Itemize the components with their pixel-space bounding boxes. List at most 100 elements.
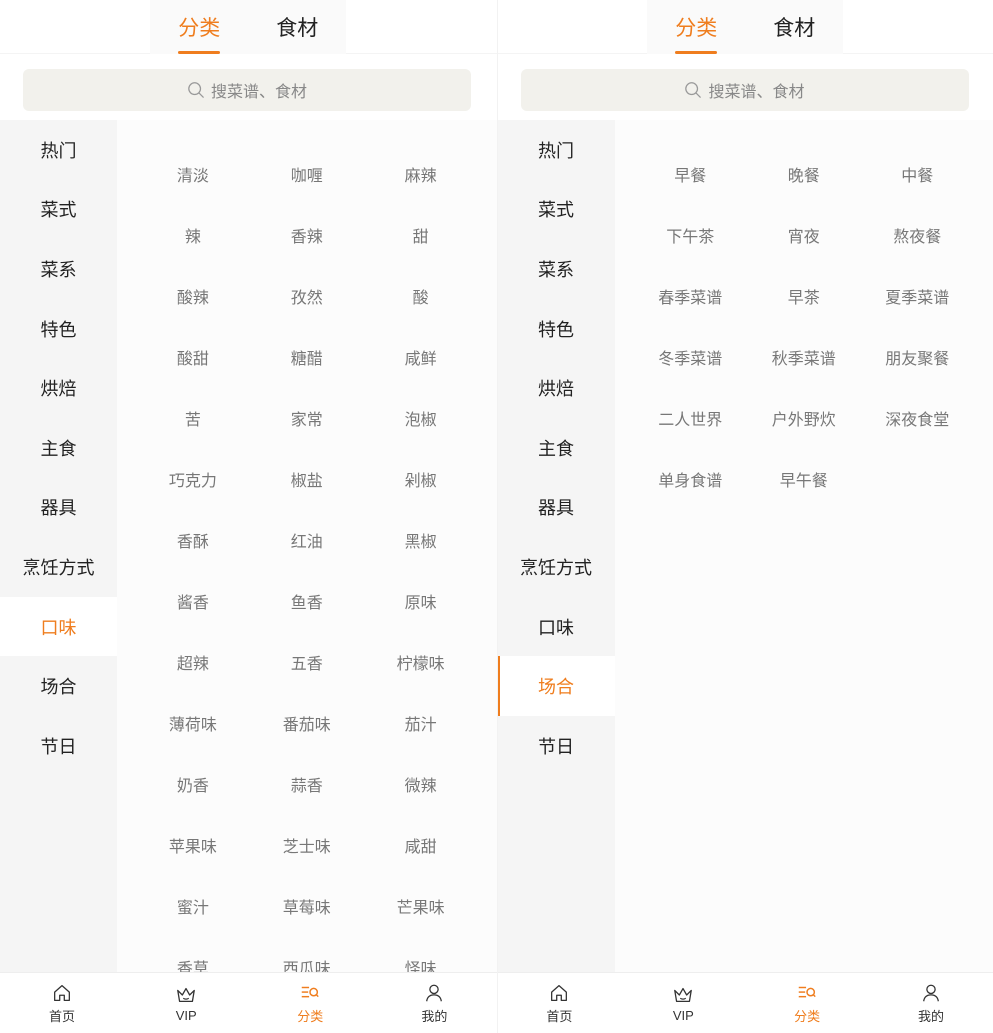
grid-item[interactable]: 辣 (136, 204, 250, 265)
nav-item[interactable]: 分类 (745, 973, 869, 1033)
grid-item[interactable]: 苹果味 (136, 814, 250, 875)
sidebar-item[interactable]: 节日 (0, 716, 117, 776)
grid-item[interactable]: 巧克力 (136, 448, 250, 509)
sidebar-item[interactable]: 烹饪方式 (498, 537, 615, 597)
grid-item[interactable]: 柠檬味 (364, 631, 478, 692)
grid-item[interactable]: 酱香 (136, 570, 250, 631)
tab-category[interactable]: 分类 (150, 0, 248, 54)
grid-item[interactable]: 秋季菜谱 (747, 326, 861, 387)
grid-item[interactable]: 原味 (364, 570, 478, 631)
grid-item[interactable]: 单身食谱 (634, 448, 748, 509)
nav-item[interactable]: VIP (124, 973, 248, 1033)
screen-taste: 分类 食材 搜菜谱、食材 热门 菜式 菜系 特色 烘焙 主食 器具 烹饪方式 口味 场合 节日 清淡… (0, 0, 497, 1033)
sidebar-item[interactable]: 菜系 (498, 239, 615, 299)
grid-item[interactable]: 红油 (250, 509, 364, 570)
grid-item[interactable]: 早餐 (634, 143, 748, 204)
sidebar-item[interactable]: 器具 (0, 478, 117, 538)
sidebar-item[interactable]: 节日 (498, 716, 615, 776)
tab-ingredients[interactable]: 食材 (745, 0, 843, 54)
grid-item[interactable]: 宵夜 (747, 204, 861, 265)
nav-item[interactable]: 我的 (869, 973, 993, 1033)
grid-item[interactable]: 清淡 (136, 143, 250, 204)
grid-item[interactable]: 剁椒 (364, 448, 478, 509)
sidebar-item[interactable]: 器具 (498, 478, 615, 538)
grid-item[interactable]: 苦 (136, 387, 250, 448)
grid-item[interactable]: 怪味 (364, 936, 478, 973)
sidebar-item[interactable]: 烹饪方式 (0, 537, 117, 597)
search-bar[interactable]: 搜菜谱、食材 (520, 69, 969, 111)
grid-item[interactable]: 芒果味 (364, 875, 478, 936)
nav-item[interactable]: 首页 (0, 973, 124, 1033)
tab-category[interactable]: 分类 (647, 0, 745, 54)
grid-item[interactable]: 黑椒 (364, 509, 478, 570)
grid-item[interactable]: 酸辣 (136, 265, 250, 326)
user-icon (423, 982, 445, 1004)
search-bar[interactable]: 搜菜谱、食材 (23, 69, 471, 111)
grid-item[interactable]: 西瓜味 (250, 936, 364, 973)
grid-item[interactable]: 蜜汁 (136, 875, 250, 936)
grid-item[interactable]: 蒜香 (250, 753, 364, 814)
grid-item[interactable]: 咸鲜 (364, 326, 478, 387)
grid-item[interactable]: 香草 (136, 936, 250, 973)
grid-item[interactable]: 晚餐 (747, 143, 861, 204)
grid-item[interactable]: 茄汁 (364, 692, 478, 753)
grid-item[interactable]: 朋友聚餐 (861, 326, 975, 387)
grid-item[interactable]: 五香 (250, 631, 364, 692)
grid-item[interactable]: 甜 (364, 204, 478, 265)
nav-item[interactable]: 分类 (248, 973, 372, 1033)
grid-item[interactable]: 熬夜餐 (861, 204, 975, 265)
sidebar-item[interactable]: 烘焙 (498, 358, 615, 418)
grid-item[interactable]: 番茄味 (250, 692, 364, 753)
nav-label: 首页 (49, 1008, 76, 1024)
grid-item[interactable]: 早午餐 (747, 448, 861, 509)
sidebar-item[interactable]: 菜式 (0, 180, 117, 240)
nav-item[interactable]: 首页 (498, 973, 622, 1033)
grid-item[interactable]: 鱼香 (250, 570, 364, 631)
grid-item[interactable]: 酸 (364, 265, 478, 326)
grid-item[interactable]: 薄荷味 (136, 692, 250, 753)
grid-item[interactable]: 深夜食堂 (861, 387, 975, 448)
grid-item[interactable]: 孜然 (250, 265, 364, 326)
grid-item[interactable]: 椒盐 (250, 448, 364, 509)
grid-item[interactable]: 家常 (250, 387, 364, 448)
grid-item[interactable]: 中餐 (861, 143, 975, 204)
grid-item[interactable]: 芝士味 (250, 814, 364, 875)
sidebar-item[interactable]: 场合 (497, 656, 615, 716)
grid-item[interactable]: 奶香 (136, 753, 250, 814)
sidebar-item[interactable]: 主食 (0, 418, 117, 478)
grid-item[interactable]: 咖喱 (250, 143, 364, 204)
grid-item[interactable]: 泡椒 (364, 387, 478, 448)
grid-item[interactable]: 超辣 (136, 631, 250, 692)
sidebar-item[interactable]: 菜式 (498, 180, 615, 240)
grid-item[interactable]: 冬季菜谱 (634, 326, 748, 387)
sidebar-item[interactable]: 烘焙 (0, 358, 117, 418)
sidebar-item[interactable]: 口味 (0, 596, 117, 657)
tab-ingredients[interactable]: 食材 (248, 0, 346, 54)
sidebar-item[interactable]: 热门 (498, 120, 615, 180)
sidebar-item[interactable]: 主食 (498, 418, 615, 478)
grid-item[interactable]: 早茶 (747, 265, 861, 326)
sidebar-item[interactable]: 热门 (0, 120, 117, 180)
grid-item[interactable]: 麻辣 (364, 143, 478, 204)
grid-item[interactable]: 微辣 (364, 753, 478, 814)
grid-item[interactable]: 糖醋 (250, 326, 364, 387)
grid-item[interactable]: 夏季菜谱 (861, 265, 975, 326)
category-sidebar: 热门 菜式 菜系 特色 烘焙 主食 器具 烹饪方式 口味 场合 节日 (0, 120, 117, 972)
grid-item[interactable]: 咸甜 (364, 814, 478, 875)
grid-item[interactable]: 草莓味 (250, 875, 364, 936)
sidebar-item[interactable]: 特色 (0, 299, 117, 359)
sidebar-item[interactable]: 特色 (498, 299, 615, 359)
grid-item[interactable]: 户外野炊 (747, 387, 861, 448)
grid-item[interactable]: 下午茶 (634, 204, 748, 265)
grid-item[interactable]: 二人世界 (634, 387, 748, 448)
nav-item[interactable]: 我的 (372, 973, 496, 1033)
sidebar-item[interactable]: 场合 (0, 656, 117, 716)
sidebar-item[interactable]: 菜系 (0, 239, 117, 299)
nav-item[interactable]: VIP (621, 973, 745, 1033)
sidebar-item[interactable]: 口味 (498, 597, 615, 657)
home-icon (548, 982, 570, 1004)
grid-item[interactable]: 香辣 (250, 204, 364, 265)
grid-item[interactable]: 春季菜谱 (634, 265, 748, 326)
grid-item[interactable]: 香酥 (136, 509, 250, 570)
grid-item[interactable]: 酸甜 (136, 326, 250, 387)
